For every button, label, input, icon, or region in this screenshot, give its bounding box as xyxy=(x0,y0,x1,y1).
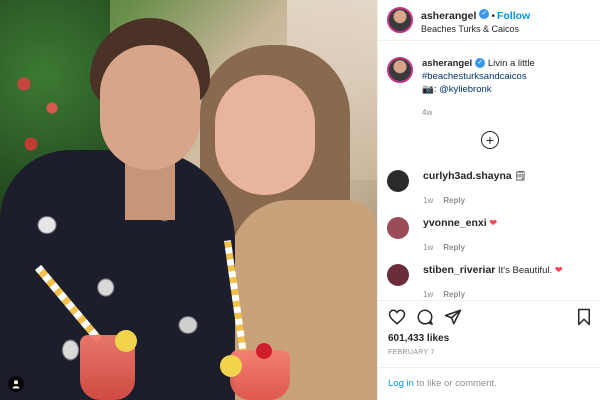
comment-username[interactable]: curlyh3ad.shayna xyxy=(423,170,512,182)
author-username[interactable]: asherangel xyxy=(421,10,476,22)
comment-bubble-icon[interactable] xyxy=(416,308,434,326)
user-tag-icon[interactable] xyxy=(8,376,24,392)
reply-button[interactable]: Reply xyxy=(443,290,465,299)
pineapple-garnish xyxy=(115,330,137,352)
action-bar xyxy=(388,308,593,328)
post-date: FEBRUARY 7 xyxy=(388,349,435,356)
cherry-garnish xyxy=(256,343,272,359)
post-side-panel: asherangel ✓ • Follow Beaches Turks & Caico… xyxy=(377,0,600,400)
comment-meta: 1w Reply xyxy=(423,195,526,207)
comment-time: 1w xyxy=(423,243,434,252)
bookmark-icon[interactable] xyxy=(575,308,593,326)
comment-time: 1w xyxy=(423,196,434,205)
comment-avatar[interactable] xyxy=(387,264,409,286)
divider xyxy=(378,367,600,368)
comment-body: yvonne_enxi ❤ 1w Reply xyxy=(423,217,497,254)
verified-badge-icon: ✓ xyxy=(479,9,490,20)
caption-mention[interactable]: @kyliebronk xyxy=(439,84,491,95)
comment-body: curlyh3ad.shayna 🗒 1w Reply xyxy=(423,170,526,207)
comment-time: 1w xyxy=(423,290,434,299)
header-text: asherangel ✓ • Follow Beaches Turks & Caico… xyxy=(421,6,530,35)
mention-prefix: : xyxy=(433,84,437,95)
load-more-comments-button[interactable]: + xyxy=(481,131,499,149)
post-header: asherangel ✓ • Follow Beaches Turks & Caico… xyxy=(378,0,600,41)
dot-separator: • xyxy=(491,10,495,22)
camera-emoji-icon: 📷 xyxy=(422,84,434,95)
verified-badge-icon: ✓ xyxy=(475,58,486,69)
caption-text: Livin a little xyxy=(487,58,535,69)
comment-body: stiben_riveriar It's Beautiful. ❤ 1w Repl… xyxy=(423,264,563,301)
caption-hashtag[interactable]: #beachesturksandcaicos xyxy=(422,70,535,83)
follow-button[interactable]: Follow xyxy=(497,10,530,22)
post-photo[interactable] xyxy=(0,0,377,400)
like-heart-icon[interactable] xyxy=(388,308,406,326)
location-link[interactable]: Beaches Turks & Caicos xyxy=(421,24,530,34)
caption-username[interactable]: asherangel xyxy=(422,58,472,69)
pineapple-garnish-right xyxy=(220,355,242,377)
comment-item: yvonne_enxi ❤ 1w Reply xyxy=(387,217,592,254)
caption-body: asherangel ✓ Livin a little #beachesturks… xyxy=(422,57,535,119)
likes-count[interactable]: 601,433 likes xyxy=(388,333,449,344)
login-prompt: Log in to like or comment. xyxy=(388,378,497,389)
comment-text: 🗒 xyxy=(514,171,527,182)
comment-avatar[interactable] xyxy=(387,217,409,239)
person-left-face xyxy=(100,45,200,170)
login-link[interactable]: Log in xyxy=(388,378,414,389)
reply-button[interactable]: Reply xyxy=(443,196,465,205)
avatar[interactable] xyxy=(387,7,413,33)
post-caption: asherangel ✓ Livin a little #beachesturks… xyxy=(387,57,592,119)
comment-avatar[interactable] xyxy=(387,170,409,192)
comment-meta: 1w Reply xyxy=(423,242,497,254)
caption-time: 4w xyxy=(422,108,433,117)
divider xyxy=(378,300,600,301)
heart-emoji-icon: ❤ xyxy=(489,218,498,229)
reply-button[interactable]: Reply xyxy=(443,243,465,252)
caption-avatar[interactable] xyxy=(387,57,413,83)
share-paper-plane-icon[interactable] xyxy=(444,308,462,326)
comment-username[interactable]: yvonne_enxi xyxy=(423,217,487,229)
comment-text: It's Beautiful. xyxy=(498,265,553,276)
comment-username[interactable]: stiben_riveriar xyxy=(423,264,495,276)
login-suffix: to like or comment. xyxy=(413,378,497,389)
comment-item: curlyh3ad.shayna 🗒 1w Reply xyxy=(387,170,592,207)
person-right-face xyxy=(215,75,315,195)
comment-item: stiben_riveriar It's Beautiful. ❤ 1w Repl… xyxy=(387,264,592,301)
heart-emoji-icon: ❤ xyxy=(554,265,563,276)
